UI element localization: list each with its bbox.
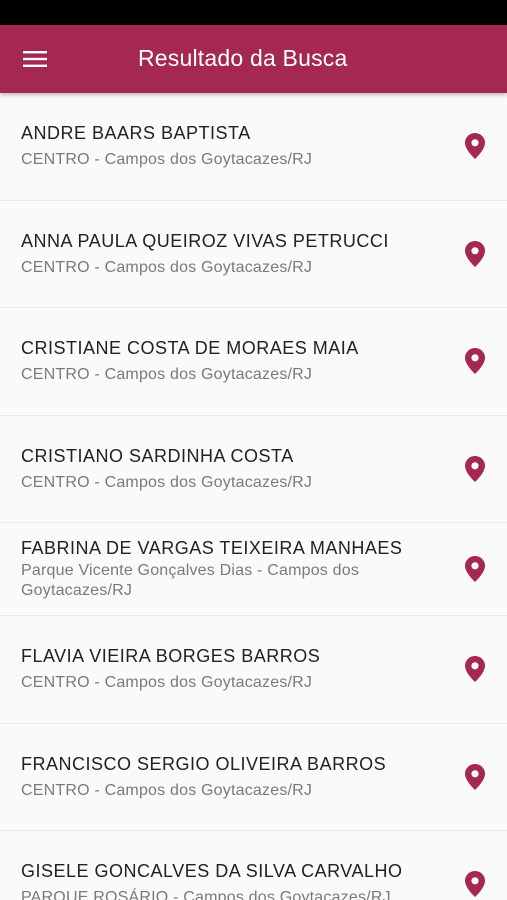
- list-item[interactable]: FRANCISCO SERGIO OLIVEIRA BARROS CENTRO …: [0, 723, 507, 831]
- list-item[interactable]: FLAVIA VIEIRA BORGES BARROS CENTRO - Cam…: [0, 616, 507, 724]
- list-item[interactable]: CRISTIANE COSTA DE MORAES MAIA CENTRO - …: [0, 308, 507, 416]
- page-title: Resultado da Busca: [138, 45, 348, 71]
- results-list: ANDRE BAARS BAPTISTA CENTRO - Campos dos…: [0, 93, 507, 900]
- location-pin-icon[interactable]: [463, 870, 487, 898]
- menu-button[interactable]: [0, 25, 70, 93]
- list-item-text: FLAVIA VIEIRA BORGES BARROS CENTRO - Cam…: [21, 645, 463, 693]
- list-item-name: ANDRE BAARS BAPTISTA: [21, 123, 251, 144]
- list-item-text: CRISTIANO SARDINHA COSTA CENTRO - Campos…: [21, 445, 463, 493]
- list-item[interactable]: GISELE GONCALVES DA SILVA CARVALHO PARQU…: [0, 831, 507, 900]
- status-bar: [0, 0, 507, 25]
- list-item-address: CENTRO - Campos dos Goytacazes/RJ: [21, 473, 313, 491]
- location-pin-icon[interactable]: [463, 655, 487, 683]
- list-item-name: CRISTIANO SARDINHA COSTA: [21, 445, 294, 466]
- list-item-address: CENTRO - Campos dos Goytacazes/RJ: [21, 781, 313, 799]
- list-item-text: GISELE GONCALVES DA SILVA CARVALHO PARQU…: [21, 860, 463, 900]
- hamburger-menu-icon: [23, 50, 47, 68]
- list-item[interactable]: CRISTIANO SARDINHA COSTA CENTRO - Campos…: [0, 415, 507, 523]
- list-item-address: PARQUE ROSÁRIO - Campos dos Goytacazes/R…: [21, 889, 391, 900]
- location-pin-icon[interactable]: [463, 455, 487, 483]
- location-pin-icon[interactable]: [463, 132, 487, 160]
- app-bar: Resultado da Busca: [0, 25, 507, 93]
- list-item-text: FABRINA DE VARGAS TEIXEIRA MANHAES Parqu…: [21, 537, 463, 601]
- list-item-address: CENTRO - Campos dos Goytacazes/RJ: [21, 151, 313, 169]
- list-item-text: ANNA PAULA QUEIROZ VIVAS PETRUCCI CENTRO…: [21, 230, 463, 278]
- list-item-name: ANNA PAULA QUEIROZ VIVAS PETRUCCI: [21, 230, 389, 251]
- list-item-address: CENTRO - Campos dos Goytacazes/RJ: [21, 258, 313, 276]
- list-item[interactable]: FABRINA DE VARGAS TEIXEIRA MANHAES Parqu…: [0, 523, 507, 616]
- list-item-name: FRANCISCO SERGIO OLIVEIRA BARROS: [21, 753, 387, 774]
- list-item-address: CENTRO - Campos dos Goytacazes/RJ: [21, 366, 313, 384]
- list-item-name: FABRINA DE VARGAS TEIXEIRA MANHAES: [21, 538, 403, 558]
- list-item-address: CENTRO - Campos dos Goytacazes/RJ: [21, 674, 313, 692]
- list-item-text: FRANCISCO SERGIO OLIVEIRA BARROS CENTRO …: [21, 753, 463, 801]
- list-item[interactable]: ANNA PAULA QUEIROZ VIVAS PETRUCCI CENTRO…: [0, 200, 507, 308]
- list-item[interactable]: ANDRE BAARS BAPTISTA CENTRO - Campos dos…: [0, 93, 507, 201]
- list-item-name: GISELE GONCALVES DA SILVA CARVALHO: [21, 861, 403, 882]
- location-pin-icon[interactable]: [463, 240, 487, 268]
- list-item-text: CRISTIANE COSTA DE MORAES MAIA CENTRO - …: [21, 337, 463, 385]
- location-pin-icon[interactable]: [463, 555, 487, 583]
- location-pin-icon[interactable]: [463, 763, 487, 791]
- list-item-text: ANDRE BAARS BAPTISTA CENTRO - Campos dos…: [21, 122, 463, 170]
- list-item-address: Parque Vicente Gonçalves Dias - Campos d…: [21, 562, 360, 599]
- list-item-name: CRISTIANE COSTA DE MORAES MAIA: [21, 338, 359, 359]
- location-pin-icon[interactable]: [463, 347, 487, 375]
- list-item-name: FLAVIA VIEIRA BORGES BARROS: [21, 646, 321, 667]
